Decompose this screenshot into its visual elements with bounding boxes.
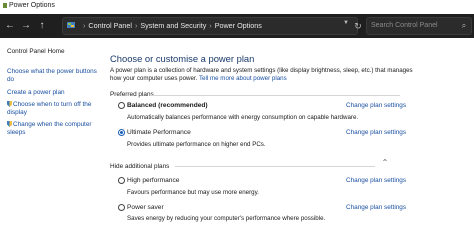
arrow-left-icon: ← bbox=[5, 20, 15, 31]
plan-name-power-saver: Power saver bbox=[127, 204, 164, 211]
chevron-down-icon: ▼ bbox=[343, 20, 349, 26]
intro-text: A power plan is a collection of hardware… bbox=[110, 67, 420, 83]
up-button[interactable]: ↑ bbox=[36, 19, 48, 33]
sidebar-home-link[interactable]: Control Panel Home bbox=[7, 48, 103, 56]
sidebar-sleep-link[interactable]: Change when the computer sleeps bbox=[7, 121, 103, 137]
sidebar-display-off-link[interactable]: Choose when to turn off the display bbox=[7, 101, 103, 117]
radio-ultimate-performance[interactable] bbox=[118, 129, 125, 136]
refresh-icon: ↻ bbox=[354, 21, 362, 31]
title-bar: Power Options bbox=[0, 0, 474, 12]
plan-name-ultimate-performance: Ultimate Performance bbox=[127, 129, 191, 136]
breadcrumb-power-options[interactable]: Power Options bbox=[215, 21, 262, 30]
control-panel-icon bbox=[67, 22, 75, 29]
sidebar-display-off-label: Choose when to turn off the display bbox=[7, 101, 92, 116]
plan-desc-power-saver: Saves energy by reducing your computer's… bbox=[127, 215, 326, 222]
window-title: Power Options bbox=[9, 2, 55, 9]
search-placeholder: Search Control Panel bbox=[371, 22, 438, 29]
change-settings-high-performance[interactable]: Change plan settings bbox=[346, 177, 406, 184]
sidebar: Control Panel Home Choose what the power… bbox=[0, 38, 100, 242]
arrow-up-icon: ↑ bbox=[39, 20, 45, 31]
power-options-icon bbox=[3, 2, 7, 8]
search-input[interactable]: Search Control Panel ⌕ bbox=[366, 17, 472, 35]
plan-desc-high-performance: Favours performance but may use more ene… bbox=[127, 189, 259, 196]
sidebar-create-plan-link[interactable]: Create a power plan bbox=[7, 89, 103, 97]
plan-name-balanced: Balanced (recommended) bbox=[127, 102, 208, 109]
breadcrumb-system-security[interactable]: System and Security bbox=[140, 21, 206, 30]
address-breadcrumb[interactable]: › Control Panel › System and Security › Power… bbox=[62, 17, 358, 35]
change-settings-power-saver[interactable]: Change plan settings bbox=[346, 204, 406, 211]
breadcrumb-separator: › bbox=[209, 21, 212, 30]
address-dropdown-button[interactable]: ▼ bbox=[341, 18, 351, 28]
shield-icon bbox=[7, 121, 12, 128]
plan-name-high-performance: High performance bbox=[127, 177, 180, 184]
hide-additional-plans[interactable]: Hide additional plans bbox=[110, 163, 169, 170]
sidebar-sleep-label: Change when the computer sleeps bbox=[7, 121, 92, 136]
search-icon[interactable]: ⌕ bbox=[459, 18, 469, 34]
chevron-up-icon[interactable]: ⌃ bbox=[380, 158, 390, 168]
back-button[interactable]: ← bbox=[4, 19, 16, 33]
breadcrumb-separator: › bbox=[134, 21, 138, 30]
plan-desc-balanced: Automatically balances performance with … bbox=[127, 114, 359, 121]
address-bar: ← → ↑ › Control Panel › System and Security… bbox=[0, 14, 474, 38]
arrow-right-icon: → bbox=[21, 20, 31, 31]
shield-icon bbox=[7, 101, 12, 108]
forward-button[interactable]: → bbox=[20, 19, 32, 33]
additional-plans-divider bbox=[175, 166, 375, 167]
radio-balanced[interactable] bbox=[118, 102, 125, 109]
learn-more-link[interactable]: Tell me more about power plans bbox=[199, 75, 287, 82]
refresh-button[interactable]: ↻ bbox=[352, 17, 364, 35]
radio-high-performance[interactable] bbox=[118, 177, 125, 184]
change-settings-balanced[interactable]: Change plan settings bbox=[346, 102, 406, 109]
breadcrumb-separator: › bbox=[83, 21, 86, 30]
breadcrumb-control-panel[interactable]: Control Panel bbox=[88, 21, 132, 30]
plan-desc-ultimate-performance: Provides ultimate performance on higher … bbox=[127, 141, 266, 148]
preferred-plans-divider bbox=[150, 95, 400, 96]
sidebar-power-buttons-link[interactable]: Choose what the power buttons do bbox=[7, 68, 103, 84]
radio-power-saver[interactable] bbox=[118, 204, 125, 211]
change-settings-ultimate-performance[interactable]: Change plan settings bbox=[346, 129, 406, 136]
page-title: Choose or customise a power plan bbox=[110, 53, 255, 64]
preferred-plans-label: Preferred plans bbox=[110, 91, 154, 98]
main-content: Choose or customise a power plan A power… bbox=[110, 38, 474, 242]
